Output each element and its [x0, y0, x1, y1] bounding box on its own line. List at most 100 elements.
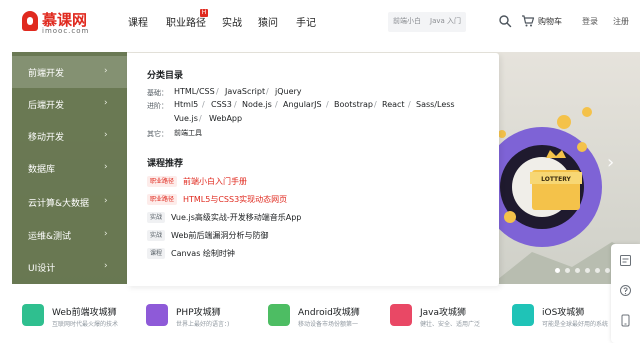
android-career-icon — [268, 304, 290, 326]
category-heading: 分类目录 — [147, 71, 184, 81]
link-javascript[interactable]: JavaScript — [225, 87, 265, 96]
course-link[interactable]: Canvas 绘制时钟 — [171, 248, 235, 259]
career-path-row: Web前端攻城狮 互联网时代最火爆的技术 PHP攻城狮 世界上最好的语言：) A… — [12, 292, 611, 343]
career-title: Web前端攻城狮 — [52, 308, 117, 318]
feedback-icon[interactable] — [619, 254, 632, 267]
banner-dot[interactable] — [565, 268, 570, 273]
category-sidebar: 前端开发 › 后端开发 › 移动开发 › 数据库 › 云计算&大数据 › 运维&… — [12, 52, 127, 284]
course-link[interactable]: 前端小白入门手册 — [183, 176, 247, 187]
career-card-web[interactable]: Web前端攻城狮 互联网时代最火爆的技术 — [12, 292, 132, 343]
banner-dot[interactable] — [605, 268, 610, 273]
link-bootstrap[interactable]: Bootstrap — [334, 100, 373, 109]
course-link[interactable]: Vue.js高级实战-开发移动端音乐App — [171, 212, 301, 223]
sidebar-item-label: UI设计 — [28, 264, 56, 274]
career-desc: 世界上最好的语言：) — [176, 321, 230, 328]
sidebar-item-backend[interactable]: 后端开发 › — [12, 88, 127, 120]
row-label-basic: 基础： — [147, 89, 168, 97]
row-label-other: 其它： — [147, 130, 168, 138]
banner-dot[interactable] — [595, 268, 600, 273]
course-tag: 实战 — [147, 212, 166, 223]
link-html5[interactable]: Html5 — [174, 100, 198, 109]
chevron-right-icon: › — [104, 261, 108, 271]
search-hot-tag[interactable]: Java 入门 — [430, 16, 461, 26]
banner-dot[interactable] — [585, 268, 590, 273]
sidebar-item-label: 前端开发 — [28, 69, 65, 79]
career-title: Android攻城狮 — [298, 308, 360, 318]
link-vuejs[interactable]: Vue.js — [174, 114, 198, 123]
separator: / — [216, 87, 219, 96]
chevron-right-icon: › — [104, 162, 108, 172]
career-card-java[interactable]: Java攻城狮 健壮、安全、适用广泛 — [380, 292, 500, 343]
web-career-icon — [22, 304, 44, 326]
separator: / — [199, 114, 202, 123]
career-desc: 可能是全球最好用的系统 — [542, 321, 609, 328]
site-logo[interactable]: 慕课网 imooc.com — [22, 7, 88, 37]
course-tag: 实战 — [147, 230, 166, 241]
course-tag: 课程 — [147, 248, 166, 259]
course-link[interactable]: HTML5与CSS3实现动态网页 — [183, 194, 287, 205]
sidebar-item-ui[interactable]: UI设计 › — [12, 251, 127, 283]
career-card-android[interactable]: Android攻城狮 移动设备市场份额第一 — [258, 292, 378, 343]
cart-label: 购物车 — [538, 17, 562, 26]
nav-notes[interactable]: 手记 — [296, 14, 316, 29]
nav-courses[interactable]: 课程 — [128, 14, 148, 29]
career-title: PHP攻城狮 — [176, 308, 221, 318]
banner-dot[interactable] — [555, 268, 560, 273]
logo-domain: imooc.com — [42, 27, 90, 35]
career-title: Java攻城狮 — [420, 308, 467, 318]
chevron-right-icon: › — [104, 229, 108, 239]
link-html-css[interactable]: HTML/CSS — [174, 87, 215, 96]
sidebar-item-ops[interactable]: 运维&测试 › — [12, 219, 127, 251]
banner-dot[interactable] — [575, 268, 580, 273]
career-card-php[interactable]: PHP攻城狮 世界上最好的语言：) — [136, 292, 256, 343]
link-webapp[interactable]: WebApp — [209, 114, 242, 123]
hot-badge: H — [200, 9, 208, 17]
nav-practice[interactable]: 实战 — [222, 14, 242, 29]
chevron-right-icon: › — [104, 66, 108, 76]
search-hot-tag[interactable]: 前端小白 — [393, 16, 421, 26]
logo-flame-icon — [22, 11, 38, 31]
career-card-ios[interactable]: iOS攻城狮 可能是全球最好用的系统 — [502, 292, 622, 343]
course-tag: 职业路径 — [147, 176, 178, 187]
course-tag: 职业路径 — [147, 194, 178, 205]
cart-icon — [522, 15, 535, 27]
link-jquery[interactable]: jQuery — [275, 87, 302, 96]
link-css3[interactable]: CSS3 — [211, 100, 232, 109]
separator: / — [234, 100, 237, 109]
sidebar-item-database[interactable]: 数据库 › — [12, 152, 127, 184]
chevron-right-icon: › — [104, 130, 108, 140]
sidebar-item-label: 移动开发 — [28, 133, 65, 143]
course-link[interactable]: Web前后端漏洞分析与防御 — [171, 230, 268, 241]
link-frontend-tools[interactable]: 前端工具 — [174, 128, 202, 138]
sidebar-item-cloud[interactable]: 云计算&大数据 › — [12, 186, 127, 218]
search-input[interactable]: 前端小白 Java 入门 — [388, 12, 466, 32]
link-angularjs[interactable]: AngularJS — [283, 100, 322, 109]
link-nodejs[interactable]: Node.js — [242, 100, 272, 109]
site-header: 慕课网 imooc.com 课程 职业路径 H 实战 猿问 手记 前端小白 Ja… — [0, 0, 640, 44]
chevron-right-icon: › — [104, 98, 108, 108]
link-react[interactable]: React — [382, 100, 405, 109]
sidebar-item-frontend[interactable]: 前端开发 › — [12, 56, 127, 88]
ios-career-icon — [512, 304, 534, 326]
php-career-icon — [146, 304, 168, 326]
separator: / — [275, 100, 278, 109]
link-sass-less[interactable]: Sass/Less — [416, 100, 455, 109]
sidebar-item-label: 后端开发 — [28, 101, 65, 111]
sidebar-item-mobile[interactable]: 移动开发 › — [12, 120, 127, 152]
login-link[interactable]: 登录 — [582, 16, 598, 27]
chevron-right-icon: › — [104, 196, 108, 206]
lottery-label: LOTTERY — [541, 176, 571, 183]
career-desc: 移动设备市场份额第一 — [298, 321, 359, 328]
sidebar-item-label: 数据库 — [28, 165, 56, 175]
career-title: iOS攻城狮 — [542, 308, 585, 318]
career-desc: 健壮、安全、适用广泛 — [420, 321, 481, 328]
separator: / — [266, 87, 269, 96]
separator: / — [374, 100, 377, 109]
separator: / — [326, 100, 329, 109]
banner-next-arrow[interactable]: › — [607, 152, 614, 173]
nav-questions[interactable]: 猿问 — [258, 14, 278, 29]
register-link[interactable]: 注册 — [613, 16, 629, 27]
separator: / — [202, 100, 205, 109]
sidebar-item-label: 运维&测试 — [28, 232, 72, 242]
search-icon[interactable] — [498, 14, 512, 28]
